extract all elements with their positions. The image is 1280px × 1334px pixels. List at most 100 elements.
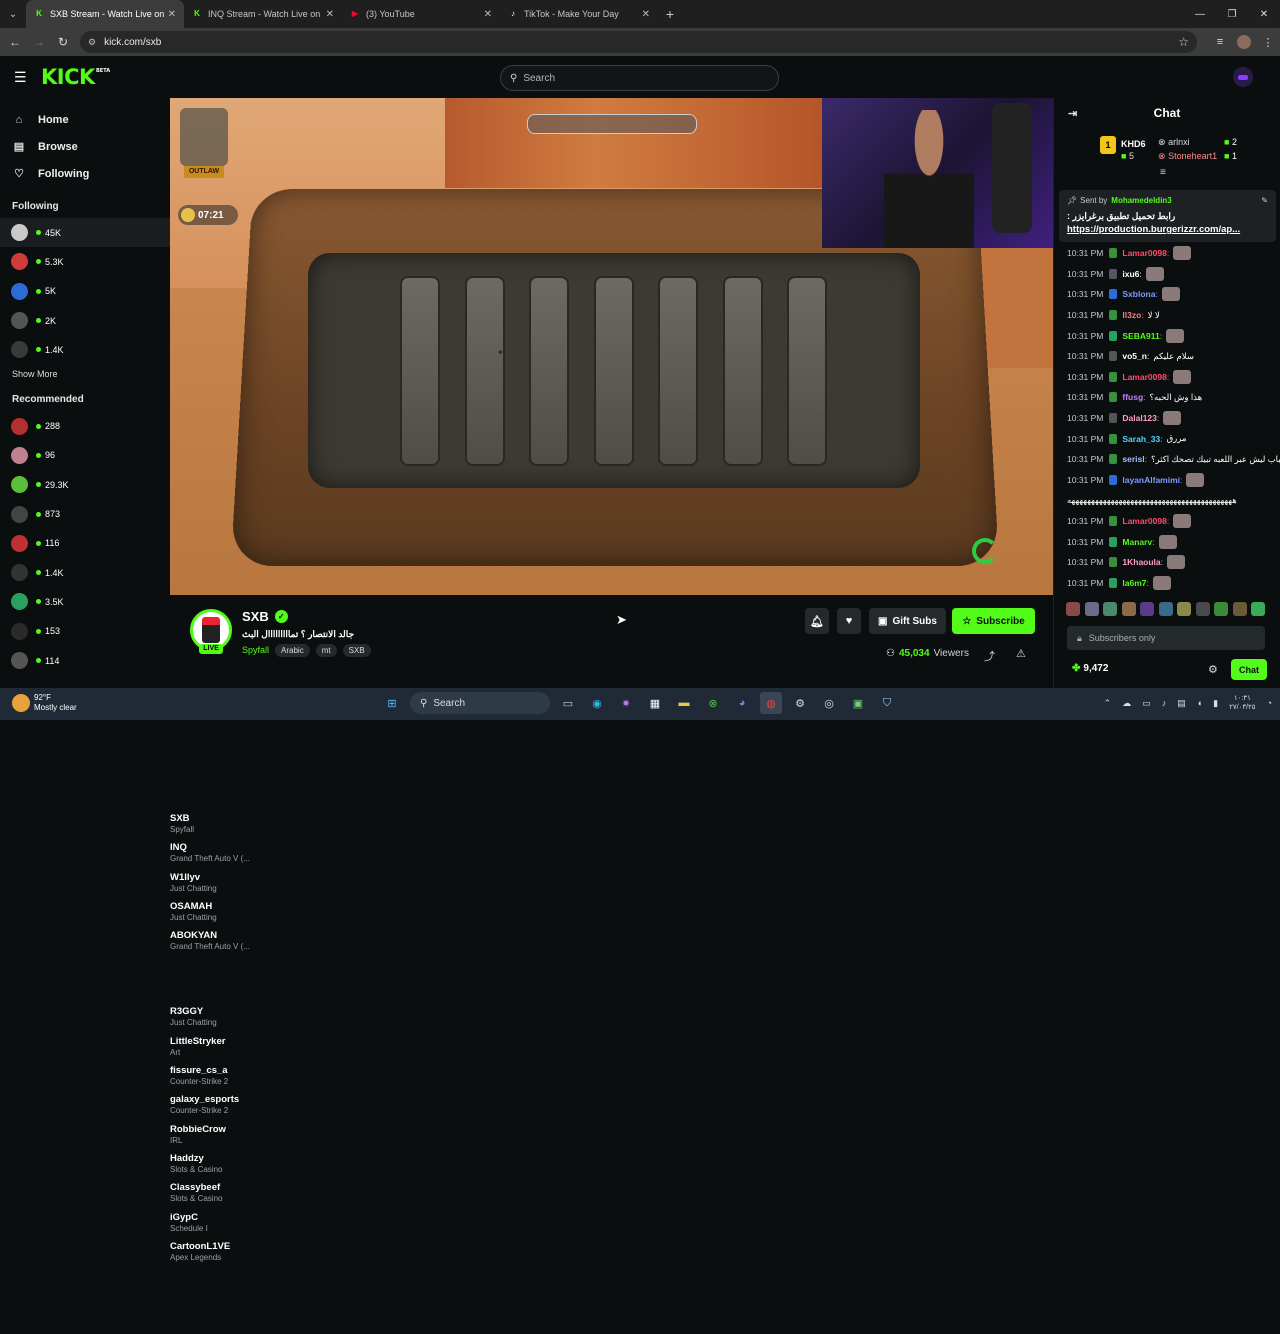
forward-icon[interactable]: → bbox=[27, 28, 51, 56]
tab-search-icon[interactable]: ⌄ bbox=[0, 0, 26, 28]
usb-icon[interactable]: ▭ bbox=[1142, 698, 1151, 709]
sidebar-channel[interactable]: INQ Grand Theft Auto V (... 5.3K bbox=[0, 247, 1053, 936]
message-username[interactable]: Manarv bbox=[1122, 537, 1152, 547]
store-icon[interactable]: ▦ bbox=[644, 692, 666, 714]
task-view-icon[interactable]: ▭ bbox=[557, 692, 579, 714]
chat-message[interactable]: 10:31 PM Lamar0098: bbox=[1054, 243, 1280, 264]
notification-bell-button[interactable]: 🔔︎ bbox=[805, 608, 829, 634]
chat-message[interactable]: 10:31 PM 1Khaoula: bbox=[1054, 552, 1280, 573]
video-player[interactable]: OUTLAW 07:21 ✦ bbox=[170, 98, 1053, 595]
tab-close-icon[interactable]: ✕ bbox=[484, 9, 492, 20]
browser-menu-icon[interactable]: ⋮ bbox=[1256, 36, 1280, 49]
chat-message[interactable]: 10:31 PM Lamar0098: bbox=[1054, 511, 1280, 532]
sidebar-channel[interactable]: SXB Spyfall 45K bbox=[0, 218, 1053, 906]
pinned-sender[interactable]: Mohamedeldin3 bbox=[1111, 196, 1171, 205]
chrome-icon[interactable]: ◍ bbox=[760, 692, 782, 714]
browser-tab[interactable]: K SXB Stream - Watch Live on ✕ bbox=[26, 0, 184, 28]
nav-item-following[interactable]: ♡ Following bbox=[0, 160, 170, 187]
chat-message[interactable]: هههههههههههههههههههههههههههههههههههههههه… bbox=[1054, 490, 1280, 511]
minimize-icon[interactable]: — bbox=[1184, 0, 1216, 28]
sidebar-channel[interactable]: OSAMAH Just Chatting 2K bbox=[0, 306, 1053, 994]
back-icon[interactable]: ← bbox=[3, 28, 27, 56]
maximize-icon[interactable]: ❐ bbox=[1216, 0, 1248, 28]
channel-points[interactable]: ✤ 9,472 bbox=[1072, 663, 1108, 674]
onedrive-icon[interactable]: ☁ bbox=[1122, 698, 1131, 709]
gift-subs-button[interactable]: ▣ Gift Subs bbox=[869, 608, 946, 634]
sidebar-channel[interactable]: fissure_cs_a Counter-Strike 2 29.3K bbox=[0, 470, 1053, 1159]
sidebar-channel[interactable]: Classybeef Slots & Casino 3.5K bbox=[0, 587, 1053, 1276]
chat-message[interactable]: 10:31 PM Sxblona: bbox=[1054, 284, 1280, 305]
stream-tag[interactable]: SXB bbox=[342, 644, 371, 657]
sidebar-channel[interactable]: Haddzy Slots & Casino 1.4K bbox=[0, 558, 1053, 1246]
taskbar-search[interactable]: ⚲ Search bbox=[410, 692, 550, 714]
streamer-name[interactable]: SXB ✓ bbox=[242, 609, 288, 624]
system-clock[interactable]: ١٠:٣١ ٢٧/٠٣/٢٥ bbox=[1229, 694, 1255, 712]
edge-icon[interactable]: ◉ bbox=[586, 692, 608, 714]
emote-icon[interactable] bbox=[1177, 602, 1191, 616]
unpin-icon[interactable]: ✎ bbox=[1261, 196, 1268, 205]
shield-icon[interactable]: ⛉ bbox=[876, 692, 898, 714]
emote-icon[interactable] bbox=[1251, 602, 1265, 616]
message-username[interactable]: ixu6 bbox=[1122, 269, 1139, 279]
message-username[interactable]: ffusg bbox=[1122, 392, 1143, 402]
show-more-button[interactable]: Show More bbox=[0, 364, 170, 384]
nav-item-browse[interactable]: ▤ Browse bbox=[0, 133, 170, 160]
share-icon[interactable]: ⤴ bbox=[984, 648, 995, 664]
sidebar-channel[interactable]: iGypC Schedule I 153 bbox=[0, 617, 1053, 1305]
windows-start-icon[interactable]: ⊞ bbox=[381, 692, 403, 714]
settings-icon[interactable]: ⚙ bbox=[789, 692, 811, 714]
copilot-icon[interactable]: ✷ bbox=[615, 692, 637, 714]
message-username[interactable]: Lamar0098 bbox=[1122, 248, 1166, 258]
site-info-icon[interactable]: ⚙ bbox=[88, 37, 96, 48]
chat-message[interactable]: 10:31 PM SEBA911: bbox=[1054, 325, 1280, 346]
file-explorer-icon[interactable]: ▬ bbox=[673, 692, 695, 714]
browser-tab[interactable]: ♪ TikTok - Make Your Day ✕ bbox=[500, 0, 658, 28]
emote-icon[interactable] bbox=[1195, 602, 1210, 616]
emote-icon[interactable] bbox=[1232, 602, 1247, 616]
media-control-icon[interactable]: ≡ bbox=[1208, 36, 1232, 48]
obs-icon[interactable]: ◎ bbox=[818, 692, 840, 714]
sidebar-channel[interactable]: galaxy_esports Counter-Strike 2 873 bbox=[0, 499, 1053, 1188]
report-icon[interactable]: ⚠ bbox=[1016, 647, 1026, 660]
chat-message[interactable]: 10:31 PM layanAlfamimi: bbox=[1054, 470, 1280, 491]
nav-item-home[interactable]: ⌂ Home bbox=[0, 106, 170, 133]
browser-tab[interactable]: ▶ (3) YouTube ✕ bbox=[342, 0, 500, 28]
message-username[interactable]: serisl bbox=[1122, 454, 1144, 464]
bookmark-star-icon[interactable]: ☆ bbox=[1178, 35, 1189, 49]
volume-icon[interactable]: ◖ bbox=[1197, 698, 1202, 708]
chat-message[interactable]: 10:31 PM ffusg: هذا وش الحبه؟ bbox=[1054, 387, 1280, 408]
sidebar-channel[interactable]: RobbieCrow IRL 116 bbox=[0, 529, 1053, 1217]
notification-bell-icon[interactable]: ◔ bbox=[1267, 698, 1272, 708]
pinned-message[interactable]: 📌︎ Sent by Mohamedeldin3 ✎ رابط تحميل تط… bbox=[1059, 190, 1276, 242]
message-username[interactable]: la6m7 bbox=[1122, 578, 1146, 588]
sidebar-channel[interactable]: ABOKYAN Grand Theft Auto V (... 1.4K bbox=[0, 335, 1053, 1024]
collapse-chat-icon[interactable]: ⇥ bbox=[1068, 107, 1077, 120]
emote-icon[interactable] bbox=[1214, 602, 1228, 616]
message-username[interactable]: Dalal123 bbox=[1122, 413, 1157, 423]
chat-message[interactable]: 10:31 PM serisl: شباب ليش عبر اللعبه تبيك … bbox=[1054, 449, 1280, 470]
microphone-icon[interactable]: ♪ bbox=[1162, 698, 1167, 708]
message-username[interactable]: vo5_n bbox=[1122, 351, 1147, 361]
message-username[interactable]: Lamar0098 bbox=[1122, 372, 1166, 382]
tab-close-icon[interactable]: ✕ bbox=[168, 9, 176, 20]
chat-message[interactable]: 10:31 PM Dalal123: bbox=[1054, 408, 1280, 429]
expand-leaderboard-icon[interactable]: ≡ bbox=[1160, 167, 1166, 178]
search-input[interactable]: ⚲ Search bbox=[500, 65, 779, 91]
sidebar-channel[interactable]: R3GGY Just Chatting 288 bbox=[0, 411, 1053, 1100]
reload-icon[interactable]: ↻ bbox=[51, 28, 75, 56]
chat-message[interactable]: 10:31 PM la6m7: bbox=[1054, 573, 1280, 594]
chat-message[interactable]: 10:31 PM Manarv: bbox=[1054, 531, 1280, 552]
kick-logo[interactable]: KICK BETA bbox=[41, 65, 110, 89]
stream-category[interactable]: Spyfall bbox=[242, 645, 269, 655]
emote-icon[interactable] bbox=[1140, 602, 1154, 616]
chat-message[interactable]: 10:31 PM vo5_n: سلام عليكم bbox=[1054, 346, 1280, 367]
hamburger-menu-icon[interactable]: ☰ bbox=[14, 70, 28, 84]
message-username[interactable]: Lamar0098 bbox=[1122, 516, 1166, 526]
close-window-icon[interactable]: ✕ bbox=[1248, 0, 1280, 28]
tray-chevron-icon[interactable]: ⌃ bbox=[1104, 698, 1112, 709]
tab-close-icon[interactable]: ✕ bbox=[642, 9, 650, 20]
android-icon[interactable]: ▣ bbox=[847, 692, 869, 714]
emote-icon[interactable] bbox=[1103, 602, 1117, 616]
message-username[interactable]: Sarah_33 bbox=[1122, 434, 1160, 444]
chat-message[interactable]: 10:31 PM ixu6: bbox=[1054, 264, 1280, 285]
